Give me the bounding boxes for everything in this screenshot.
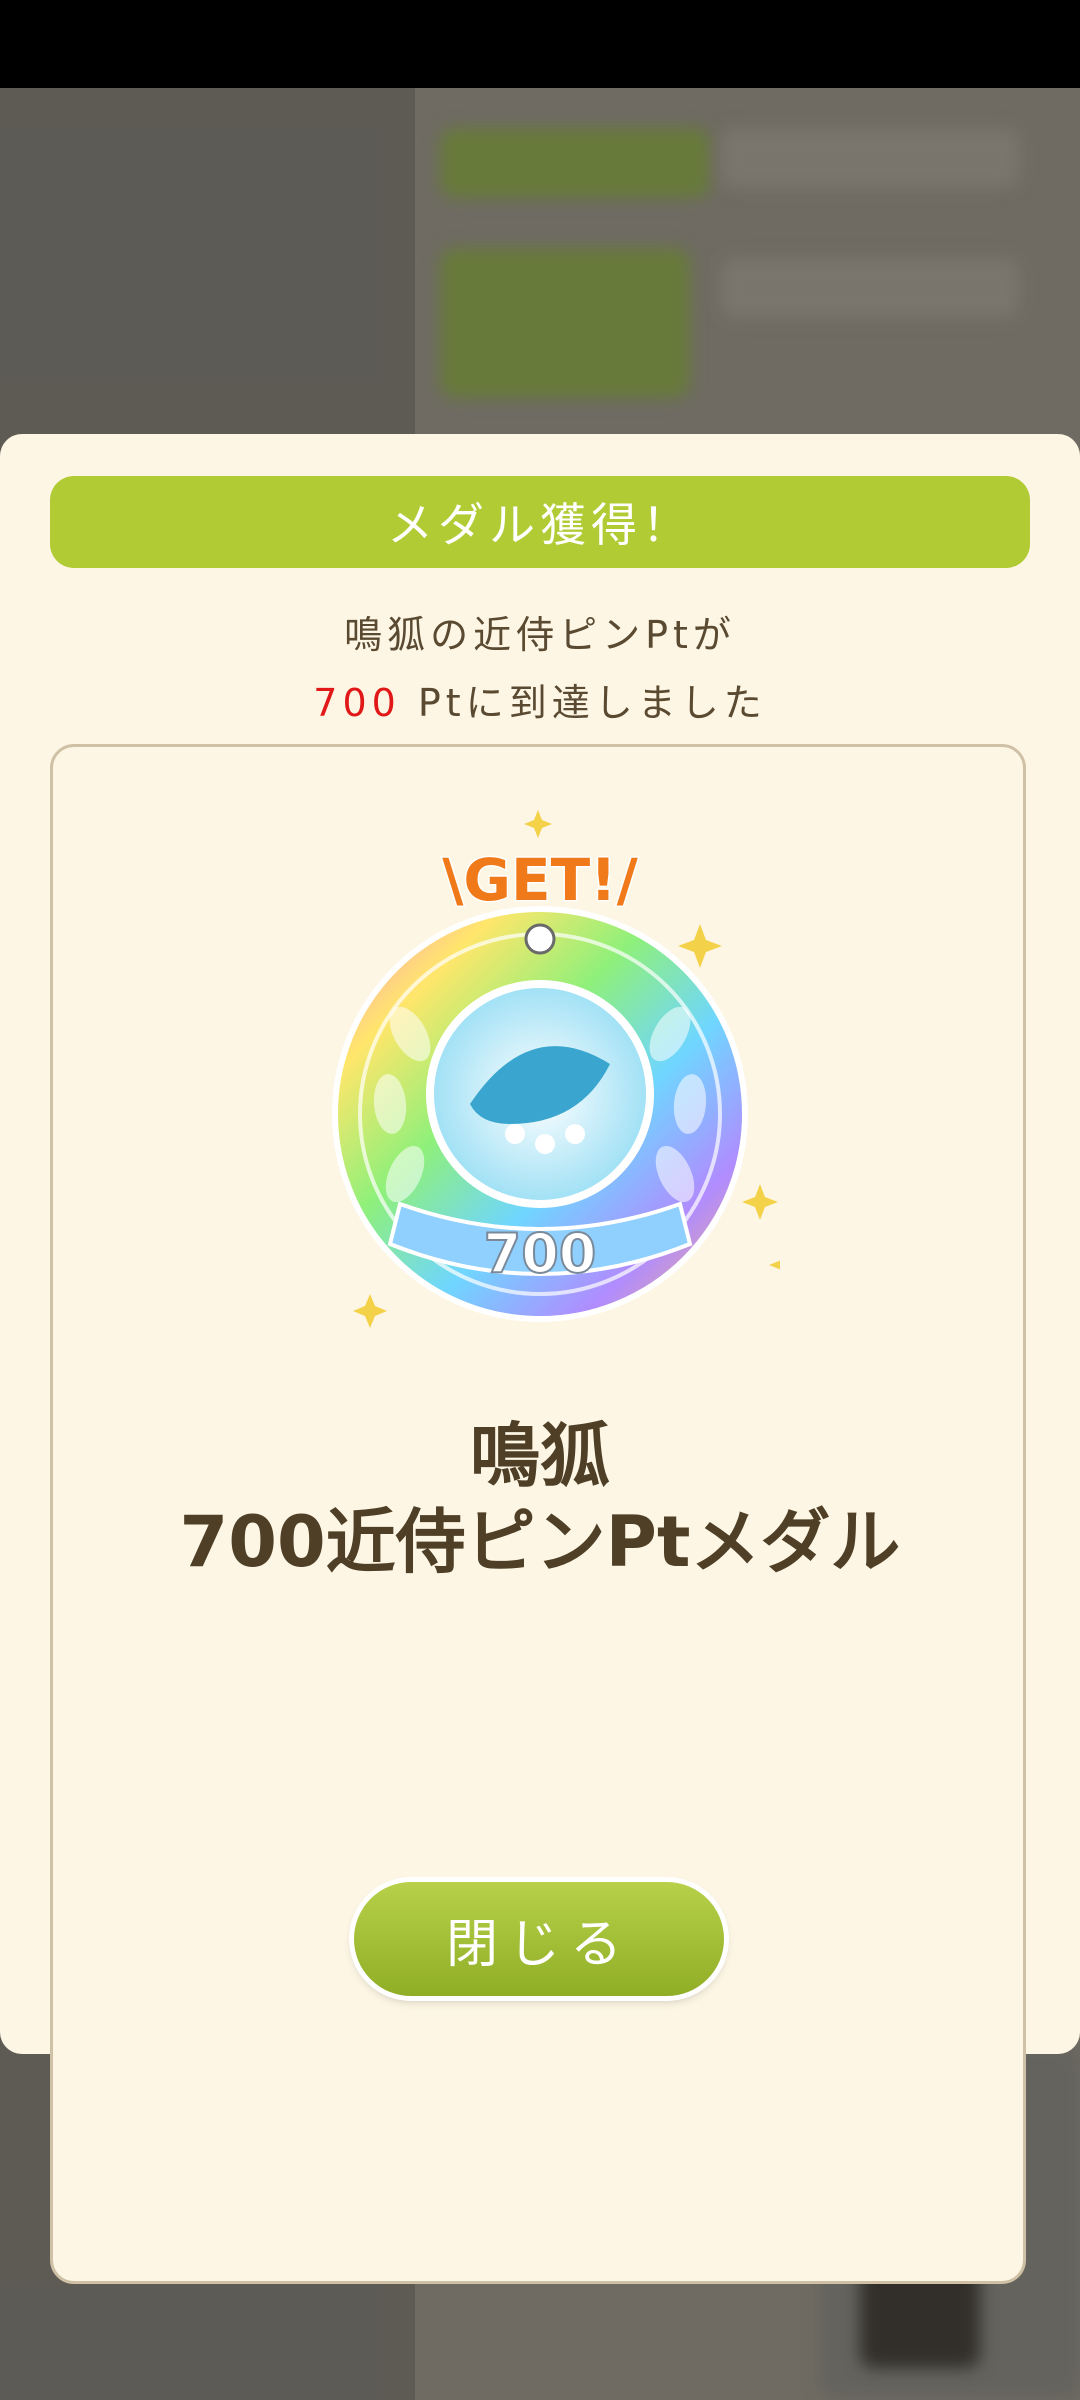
close-button-label: 閉じる bbox=[445, 1914, 632, 1975]
message-line-1: 鳴狐の近侍ピンPtが bbox=[344, 613, 736, 657]
close-button[interactable]: 閉じる bbox=[354, 1882, 724, 1996]
message-points-value: 700 bbox=[313, 681, 401, 725]
get-badge-text: \GET!/ bbox=[442, 846, 638, 914]
message-line-2-text: Ptに到達しました bbox=[400, 681, 767, 725]
dialog-header-title: メダル獲得！ bbox=[387, 498, 693, 552]
status-bar bbox=[0, 0, 1080, 88]
medal-name-line-2: 700近侍ピンPtメダル bbox=[179, 1501, 901, 1583]
message-line-2: 700 Ptに到達しました bbox=[0, 672, 1080, 727]
medal-get-dialog: メダル獲得！ 鳴狐の近侍ピンPtが 700 Ptに到達しました \GET!/ 7… bbox=[0, 434, 1080, 2284]
medal-number: 700 bbox=[484, 1222, 597, 1285]
medal-image: \GET!/ 700 bbox=[332, 810, 780, 1328]
dialog-header: メダル獲得！ bbox=[50, 476, 1030, 568]
